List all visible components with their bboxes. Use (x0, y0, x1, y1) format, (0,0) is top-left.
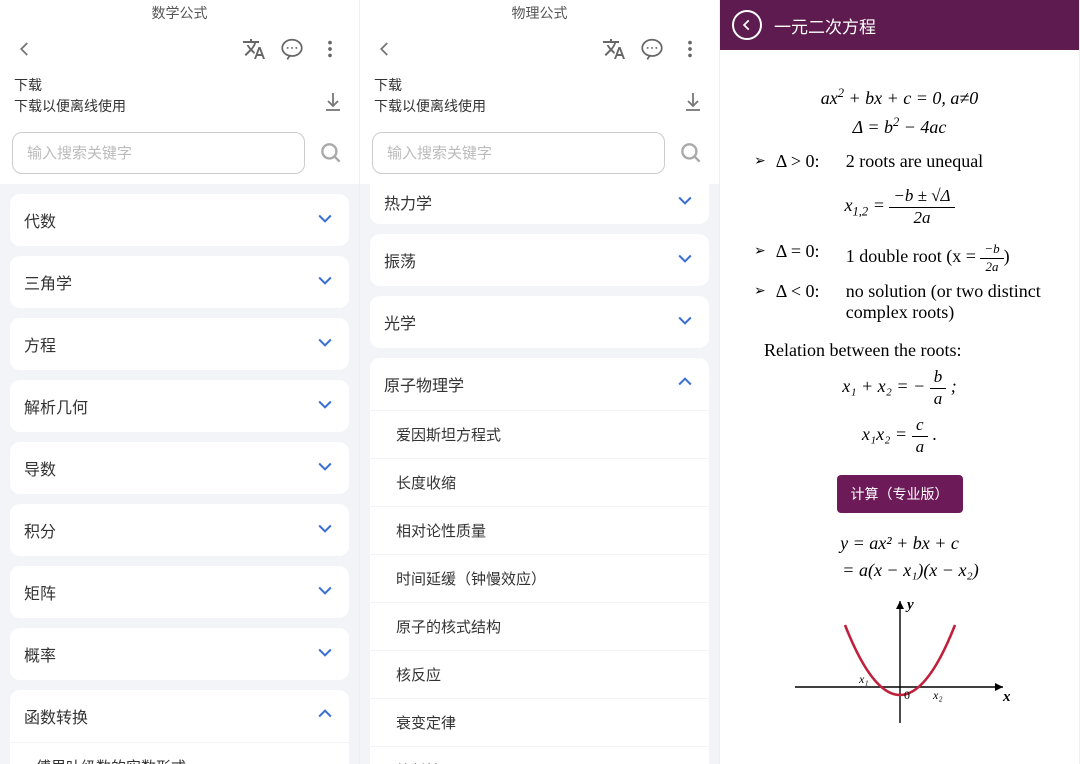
sub-item[interactable]: 相对论性质量 (370, 506, 709, 554)
cases-list: ➢Δ > 0:2 roots are unequal (754, 148, 1055, 176)
download-section[interactable]: 下载 下载以便离线使用 (0, 72, 359, 128)
more-menu-icon[interactable] (671, 30, 709, 68)
sub-item[interactable]: 原子的核式结构 (370, 602, 709, 650)
comment-icon[interactable] (633, 30, 671, 68)
search-row (0, 128, 359, 184)
comment-icon[interactable] (273, 30, 311, 68)
category-header[interactable]: 原子物理学 (370, 358, 709, 410)
chevron-down-icon (315, 642, 335, 666)
detail-header: 一元二次方程 (720, 0, 1079, 50)
translate-icon[interactable] (235, 30, 273, 68)
category-item[interactable]: 三角学 (10, 256, 349, 308)
chevron-down-icon (315, 270, 335, 294)
sub-item[interactable]: 时间延缓（钟慢效应） (370, 554, 709, 602)
sub-item[interactable]: 爱因斯坦方程式 (370, 410, 709, 458)
chevron-down-icon (675, 248, 695, 272)
parabola-graph: y x x₁ x₂ 0 (744, 595, 1055, 730)
detail-title: 一元二次方程 (774, 13, 876, 38)
svg-text:x₂: x₂ (932, 688, 943, 702)
more-menu-icon[interactable] (311, 30, 349, 68)
category-item[interactable]: 矩阵 (10, 566, 349, 618)
category-list: 热力学 振荡 光学 原子物理学 爱因斯坦方程式 长度收缩 相对论性质量 时间延缓… (360, 184, 719, 764)
sub-item[interactable]: 核反应 (370, 650, 709, 698)
chevron-down-icon (315, 456, 335, 480)
chevron-up-icon (315, 704, 335, 728)
svg-text:x: x (1002, 689, 1011, 705)
case-row: ➢Δ > 0:2 roots are unequal (754, 148, 1055, 176)
equation-main: ax2 + bx + c = 0, a≠0 (744, 86, 1055, 109)
category-item[interactable]: 光学 (370, 296, 709, 348)
back-button[interactable] (10, 34, 40, 64)
download-label: 下载 (374, 76, 486, 97)
translate-icon[interactable] (595, 30, 633, 68)
chevron-up-icon (675, 372, 695, 396)
panel-physics: 物理公式 下载 下载以便离线使用 热力学 振荡 光学 (360, 0, 720, 764)
download-label: 下载 (14, 76, 126, 97)
svg-text:x₁: x₁ (858, 672, 869, 686)
sub-item[interactable]: 放射性 (370, 746, 709, 764)
category-item[interactable]: 积分 (10, 504, 349, 556)
download-icon[interactable] (321, 90, 345, 118)
equation-sum: x₁ + x₂ = − ba ; (744, 367, 1055, 409)
category-item[interactable]: 导数 (10, 442, 349, 494)
svg-text:y: y (905, 597, 914, 613)
category-item[interactable]: 振荡 (370, 234, 709, 286)
download-icon[interactable] (681, 90, 705, 118)
search-icon[interactable] (673, 140, 709, 166)
case-row: ➢Δ < 0:no solution (or two distinct comp… (754, 278, 1055, 326)
chevron-down-icon (315, 332, 335, 356)
panel-math: 数学公式 下载 下载以便离线使用 代数 三角学 方程 解 (0, 0, 360, 764)
category-item[interactable]: 解析几何 (10, 380, 349, 432)
page-title: 物理公式 (360, 0, 719, 26)
calculate-pro-button[interactable]: 计算（专业版） (837, 475, 963, 513)
category-item[interactable]: 概率 (10, 628, 349, 680)
equation-poly1: y = ax² + bx + c (744, 533, 1055, 554)
search-icon[interactable] (313, 140, 349, 166)
back-button[interactable] (732, 10, 762, 40)
svg-text:0: 0 (904, 688, 910, 702)
chevron-down-icon (675, 190, 695, 214)
category-list: 代数 三角学 方程 解析几何 导数 积分 矩阵 概率 函数转换 傅里叶级数的实数… (0, 184, 359, 764)
equation-poly2: = a(x − x₁)(x − x₂) (744, 560, 1055, 581)
category-item-expanded: 原子物理学 爱因斯坦方程式 长度收缩 相对论性质量 时间延缓（钟慢效应） 原子的… (370, 358, 709, 764)
search-input[interactable] (12, 132, 305, 174)
equation-discriminant: Δ = b2 − 4ac (744, 115, 1055, 138)
back-button[interactable] (370, 34, 400, 64)
case-row: ➢Δ = 0: 1 double root (x = −b2a) (754, 238, 1055, 278)
category-header[interactable]: 函数转换 (10, 690, 349, 742)
download-hint: 下载以便离线使用 (14, 97, 126, 118)
sub-item[interactable]: 傅里叶级数的实数形式 (10, 742, 349, 764)
category-item[interactable]: 代数 (10, 194, 349, 246)
download-section[interactable]: 下载 下载以便离线使用 (360, 72, 719, 128)
page-title: 数学公式 (0, 0, 359, 26)
equation-roots: x1,2 = −b ± √Δ2a (744, 186, 1055, 228)
detail-body: ax2 + bx + c = 0, a≠0 Δ = b2 − 4ac ➢Δ > … (720, 50, 1079, 764)
top-action-bar (0, 26, 359, 72)
panel-quadratic: 一元二次方程 ax2 + bx + c = 0, a≠0 Δ = b2 − 4a… (720, 0, 1080, 764)
download-hint: 下载以便离线使用 (374, 97, 486, 118)
top-action-bar (360, 26, 719, 72)
category-item-expanded: 函数转换 傅里叶级数的实数形式 复杂形式的英文 帕塞瓦尔定理 (10, 690, 349, 764)
chevron-down-icon (315, 394, 335, 418)
category-item[interactable]: 热力学 (370, 184, 709, 224)
search-input[interactable] (372, 132, 665, 174)
chevron-down-icon (315, 208, 335, 232)
search-row (360, 128, 719, 184)
chevron-down-icon (315, 580, 335, 604)
chevron-down-icon (675, 310, 695, 334)
equation-prod: x₁x₂ = ca . (744, 415, 1055, 457)
relation-title: Relation between the roots: (764, 340, 1055, 361)
sub-item[interactable]: 衰变定律 (370, 698, 709, 746)
sub-item[interactable]: 长度收缩 (370, 458, 709, 506)
category-item[interactable]: 方程 (10, 318, 349, 370)
chevron-down-icon (315, 518, 335, 542)
